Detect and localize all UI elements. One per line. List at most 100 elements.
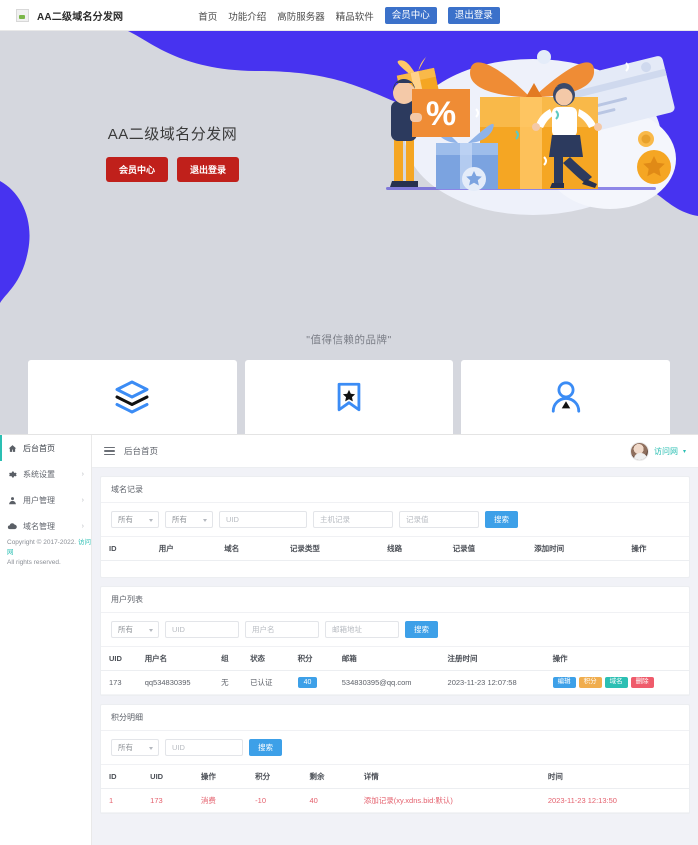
th-actions: 操作	[544, 646, 689, 671]
cell-time: 2023-11-23 12:13:50	[539, 788, 689, 813]
chevron-right-icon: ›	[81, 522, 84, 530]
cell-actions: 编辑 积分 域名 删除	[544, 670, 689, 695]
chevron-right-icon: ›	[81, 470, 84, 478]
admin-panel: 后台首页 系统设置 › 用户管理 › 域名管理 › Copyright © 20…	[0, 434, 698, 845]
cell-group: 无	[213, 670, 243, 695]
domain-records-filters: 所有 所有 UID 主机记录 记录值 搜索	[101, 503, 689, 537]
th-user: 用户	[150, 537, 217, 561]
cell-status: 已认证	[242, 670, 290, 695]
feature-card-user[interactable]	[461, 360, 671, 434]
tagline-section: "值得信赖的品牌"	[0, 318, 698, 360]
th-added-time: 添加时间	[526, 537, 624, 561]
panel-title: 积分明细	[101, 705, 689, 731]
cell-reg-time: 2023-11-23 12:07:58	[439, 670, 545, 695]
domain-type-select[interactable]: 所有	[111, 511, 159, 528]
delete-button[interactable]: 删除	[630, 676, 654, 688]
user-list-filters: 所有 UID 用户名 邮箱地址 搜索	[101, 613, 689, 647]
table-header-row: ID 用户 域名 记录类型 线路 记录值 添加时间 操作	[101, 537, 689, 561]
feature-card-bookmark[interactable]	[244, 360, 454, 434]
site-logo-icon	[16, 8, 29, 22]
th-points: 积分	[289, 646, 334, 671]
chevron-right-icon: ›	[81, 496, 84, 504]
th-uid: UID	[142, 765, 193, 789]
domain-value-input[interactable]: 记录值	[399, 511, 479, 528]
nav-link-servers[interactable]: 高防服务器	[277, 9, 325, 23]
user-group-select[interactable]: 所有	[111, 620, 159, 638]
th-username: 用户名	[136, 646, 214, 671]
brand-name: AA二级域名分发网	[37, 11, 124, 23]
th-time: 时间	[539, 765, 689, 789]
avatar	[629, 441, 649, 461]
user-menu[interactable]: 访问网 ▾	[629, 441, 686, 461]
domain-line-select[interactable]: 所有	[165, 511, 213, 528]
domain-host-input[interactable]: 主机记录	[313, 511, 393, 528]
points-button[interactable]: 积分	[578, 676, 602, 688]
sidebar-item-users[interactable]: 用户管理 ›	[0, 487, 91, 513]
cell-remain: 40	[301, 788, 356, 813]
sidebar-item-settings[interactable]: 系统设置 ›	[0, 461, 91, 487]
edit-button[interactable]: 编辑	[552, 676, 576, 688]
domain-button[interactable]: 域名	[604, 676, 628, 688]
breadcrumb: 后台首页	[124, 446, 159, 456]
domain-records-panel: 域名记录 所有 所有 UID 主机记录 记录值 搜索 ID 用户 域名 记录类型…	[100, 476, 690, 578]
hero-member-center-button[interactable]: 会员中心	[105, 157, 168, 182]
sidebar-item-label: 域名管理	[23, 521, 55, 531]
points-type-select[interactable]: 所有	[111, 739, 159, 756]
user-uid-input[interactable]: UID	[165, 620, 239, 638]
nav-member-center-button[interactable]: 会员中心	[384, 6, 437, 25]
hero-section: % AA二级域名分发网 会员中心 退出登录	[0, 31, 698, 318]
admin-scroll-area[interactable]: 域名记录 所有 所有 UID 主机记录 记录值 搜索 ID 用户 域名 记录类型…	[92, 468, 698, 845]
th-group: 组	[213, 646, 243, 671]
domain-search-button[interactable]: 搜索	[485, 511, 518, 528]
hamburger-menu-icon[interactable]	[104, 446, 115, 456]
points-search-button[interactable]: 搜索	[249, 739, 282, 756]
panel-title: 用户列表	[101, 587, 689, 613]
nav-link-home[interactable]: 首页	[198, 9, 217, 23]
layers-icon	[114, 379, 150, 415]
feature-card-layers[interactable]	[28, 360, 237, 434]
user-list-panel: 用户列表 所有 UID 用户名 邮箱地址 搜索 UID 用户名 组 状态 积分	[100, 585, 690, 696]
th-id: ID	[101, 765, 143, 789]
sidebar-item-domains[interactable]: 域名管理 ›	[0, 513, 91, 539]
user-search-button[interactable]: 搜索	[405, 620, 438, 638]
th-record-type: 记录类型	[281, 537, 380, 561]
points-detail-table: ID UID 操作 积分 剩余 详情 时间 1 173 消费 -10 40 添加…	[101, 765, 689, 813]
status-badge: 40	[297, 676, 318, 688]
th-points: 积分	[247, 765, 302, 789]
bookmark-star-icon	[332, 380, 366, 414]
cell-points: -10	[247, 788, 302, 813]
brand[interactable]: AA二级域名分发网	[16, 8, 123, 23]
hero-copy: AA二级域名分发网 会员中心 退出登录	[0, 123, 345, 182]
nav-link-features[interactable]: 功能介绍	[228, 9, 266, 23]
admin-topbar: 后台首页 访问网 ▾	[92, 435, 698, 468]
sidebar-item-dashboard[interactable]: 后台首页	[0, 435, 91, 461]
table-header-row: UID 用户名 组 状态 积分 邮箱 注册时间 操作	[101, 646, 689, 671]
svg-text:%: %	[426, 95, 456, 133]
table-row: 1 173 消费 -10 40 添加记录(xy.xdns.bid:默认) 202…	[101, 788, 689, 813]
admin-content: 后台首页 访问网 ▾ 域名记录 所有 所有 UID 主机记录 记录值 搜索 ID…	[92, 435, 698, 845]
nav-link-software[interactable]: 精品软件	[336, 9, 374, 23]
user-email-input[interactable]: 邮箱地址	[325, 620, 399, 638]
user-icon	[549, 380, 583, 414]
hero-logout-button[interactable]: 退出登录	[177, 157, 240, 182]
user-list-table: UID 用户名 组 状态 积分 邮箱 注册时间 操作 173 qq5348303…	[101, 646, 689, 696]
th-id: ID	[101, 537, 151, 561]
th-actions: 操作	[623, 537, 689, 561]
copyright-line-1: Copyright © 2017-2022.	[7, 539, 77, 546]
domain-records-table: ID 用户 域名 记录类型 线路 记录值 添加时间 操作	[101, 537, 689, 577]
th-status: 状态	[242, 646, 290, 671]
panel-title: 域名记录	[101, 477, 689, 503]
domain-uid-input[interactable]: UID	[219, 511, 307, 528]
user-username-input[interactable]: 用户名	[245, 620, 319, 638]
nav-logout-button[interactable]: 退出登录	[447, 6, 500, 25]
sidebar-item-label: 后台首页	[23, 443, 55, 453]
user-icon	[7, 495, 17, 505]
sidebar-copyright: Copyright © 2017-2022. 访问网 All rights re…	[7, 538, 91, 567]
th-email: 邮箱	[333, 646, 440, 671]
points-detail-panel: 积分明细 所有 UID 搜索 ID UID 操作 积分 剩余 详情 时间 1 1…	[100, 704, 690, 814]
site-navbar: AA二级域名分发网 首页 功能介绍 高防服务器 精品软件 会员中心 退出登录	[0, 0, 698, 31]
table-empty-row	[101, 561, 689, 577]
th-domain: 域名	[216, 537, 282, 561]
points-uid-input[interactable]: UID	[165, 739, 243, 756]
sidebar-item-label: 系统设置	[23, 469, 55, 479]
